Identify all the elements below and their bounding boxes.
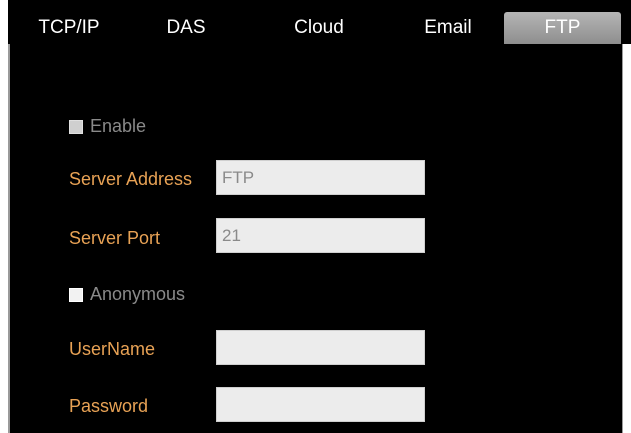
anonymous-checkbox[interactable] — [69, 287, 83, 302]
enable-label: Enable — [90, 116, 147, 136]
tab-ftp[interactable]: FTP — [504, 12, 621, 44]
anonymous-label: Anonymous — [90, 284, 186, 304]
server-port-input[interactable]: 21 — [216, 218, 425, 253]
tab-bar: TCP/IP DAS Cloud Email FTP — [8, 0, 631, 44]
tab-cloud[interactable]: Cloud — [283, 12, 355, 44]
enable-row: Enable — [69, 116, 146, 137]
username-label: UserName — [69, 339, 156, 359]
tab-tcpip[interactable]: TCP/IP — [30, 12, 108, 44]
tab-email[interactable]: Email — [413, 12, 483, 44]
ftp-settings-panel: Enable Server Address FTP Server Port 21… — [8, 44, 623, 433]
tab-das[interactable]: DAS — [156, 12, 216, 44]
enable-checkbox[interactable] — [69, 119, 83, 134]
server-address-input[interactable]: FTP — [216, 160, 425, 195]
server-address-label: Server Address — [69, 169, 193, 189]
password-label: Password — [69, 396, 149, 416]
anonymous-row: Anonymous — [69, 284, 185, 305]
server-port-label: Server Port — [69, 228, 161, 248]
password-input[interactable] — [216, 387, 425, 422]
username-input[interactable] — [216, 330, 425, 365]
